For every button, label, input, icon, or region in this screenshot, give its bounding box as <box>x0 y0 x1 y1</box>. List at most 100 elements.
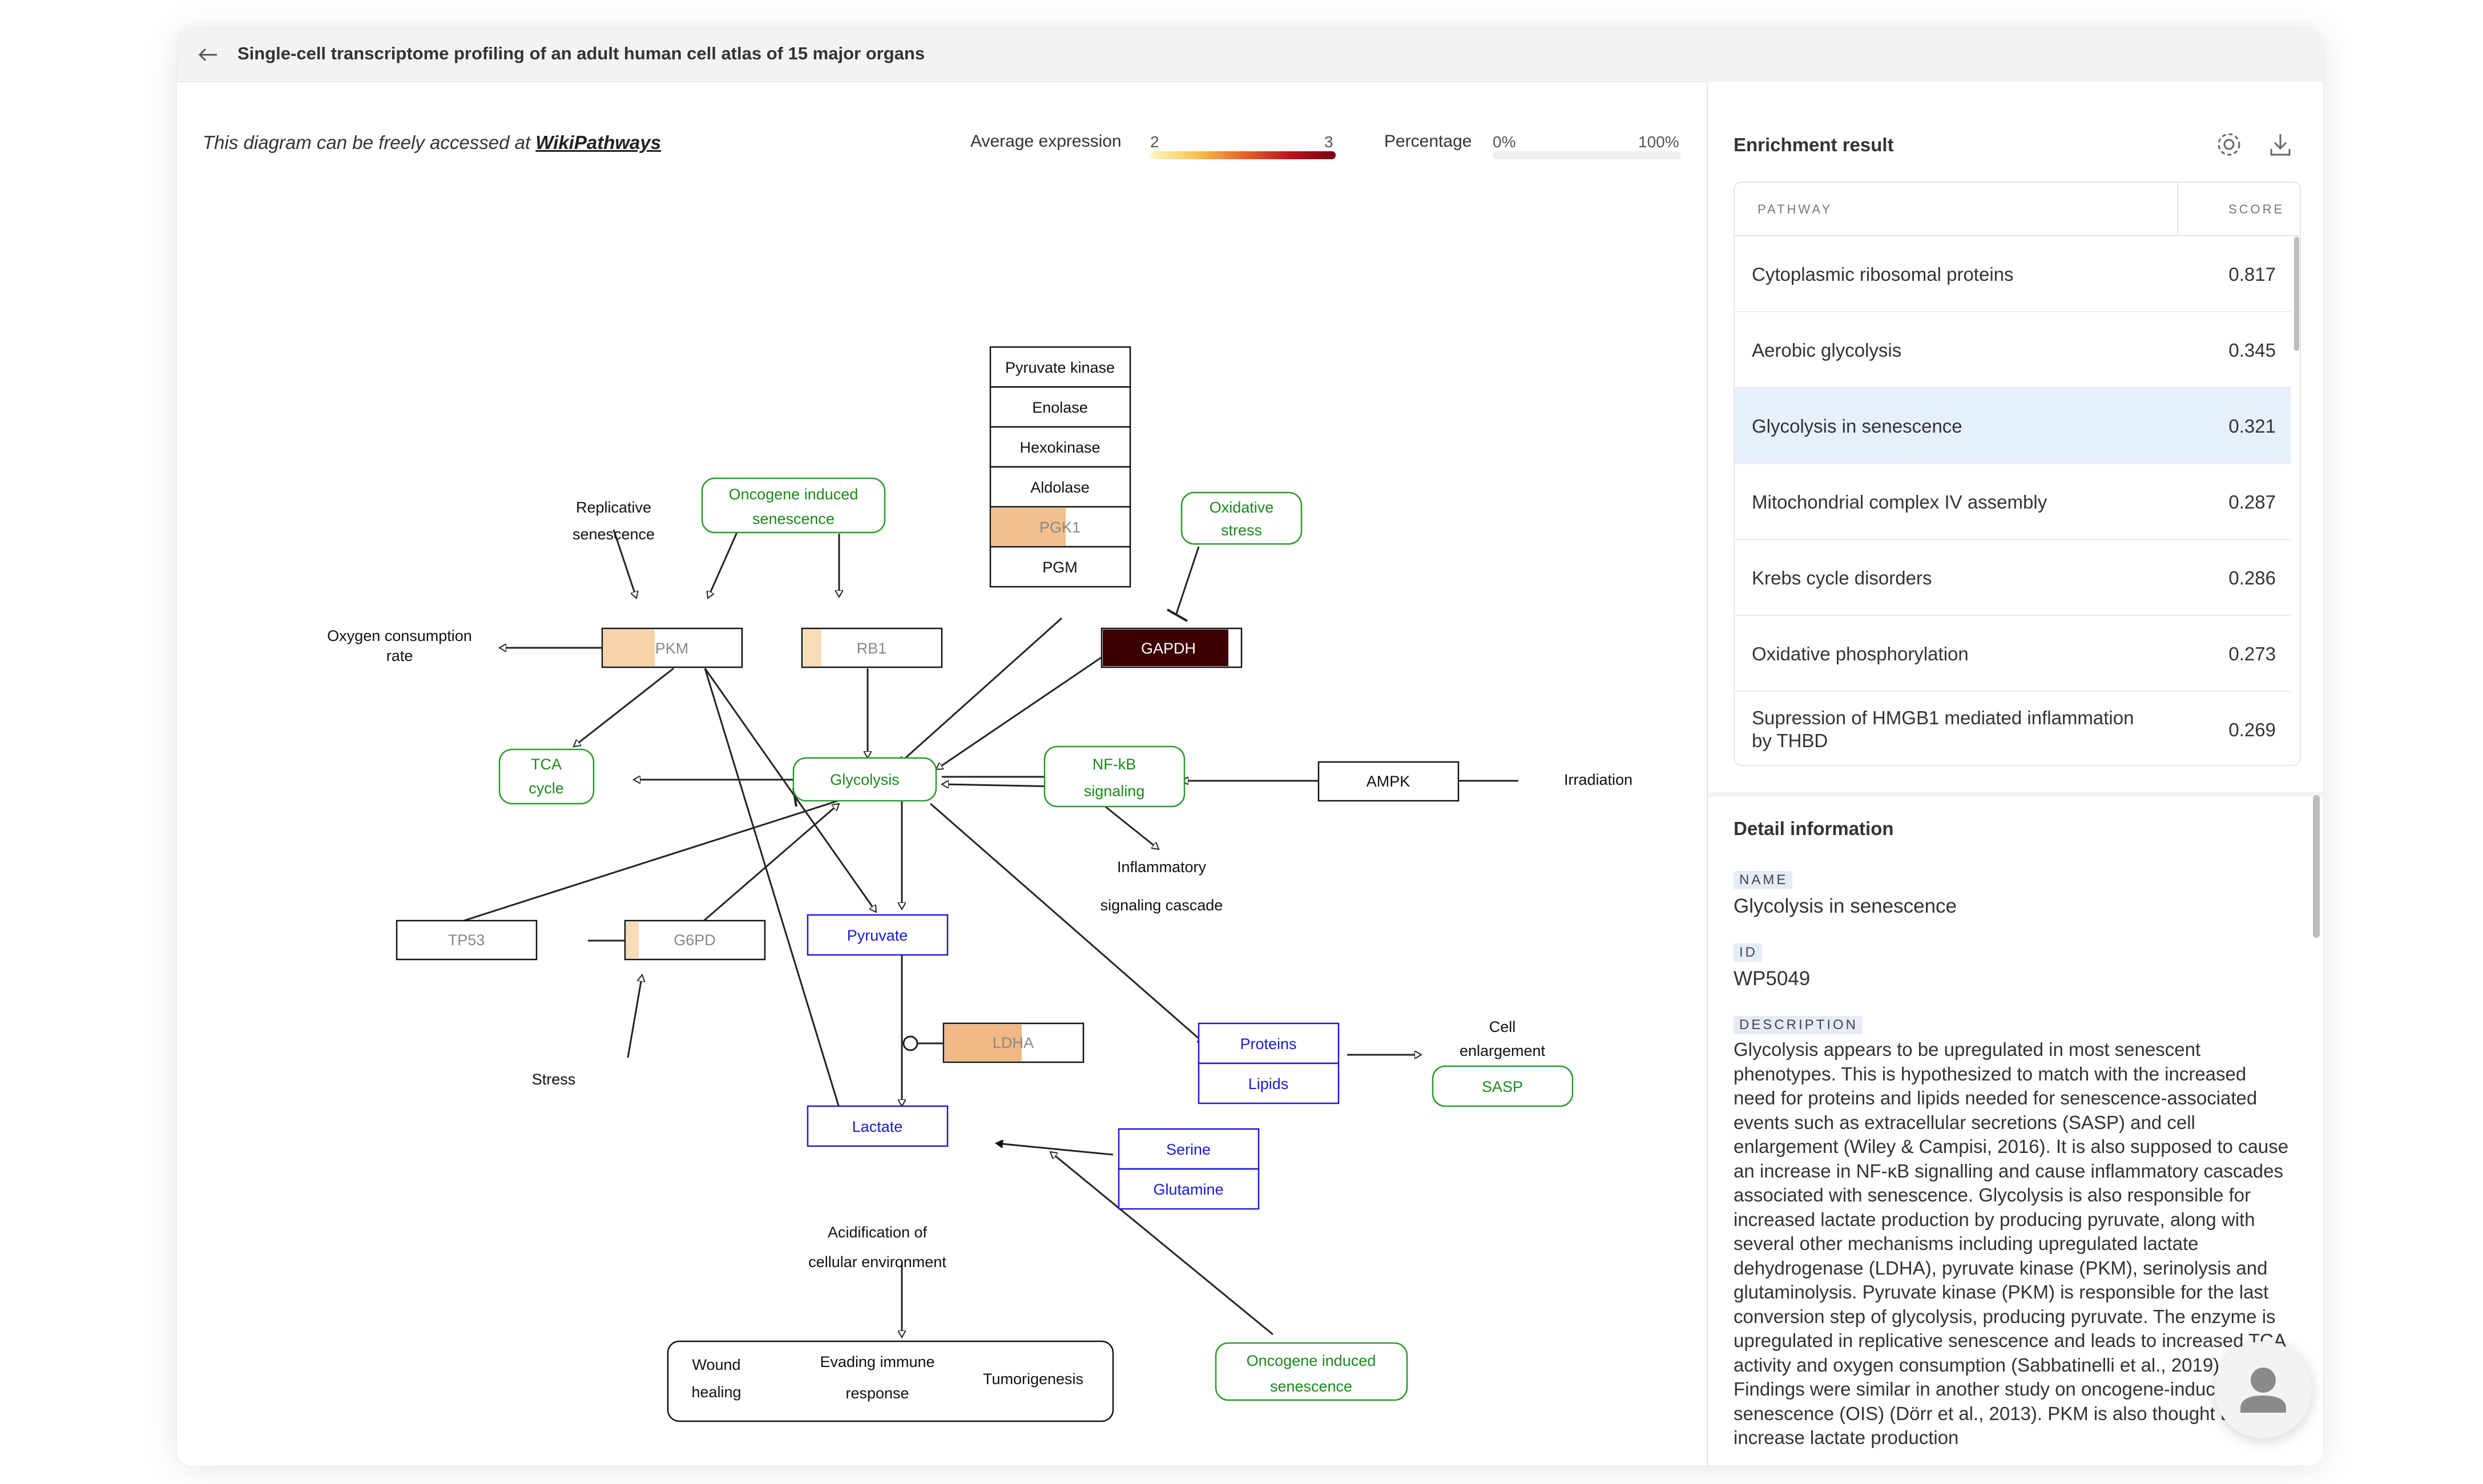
svg-text:Tumorigenesis: Tumorigenesis <box>983 1370 1083 1388</box>
enzyme-aldolase: Aldolase <box>1030 479 1090 496</box>
svg-text:Acidification of: Acidification of <box>828 1224 928 1241</box>
sidebar-scrollbar[interactable] <box>2313 795 2320 938</box>
gene-g6pd[interactable]: G6PD <box>624 920 766 961</box>
table-row[interactable]: Krebs cycle disorders 0.286 <box>1735 540 2291 616</box>
svg-text:AMPK: AMPK <box>1367 773 1410 790</box>
enrichment-table: PATHWAY SCORE Cytoplasmic ribosomal prot… <box>1734 182 2301 766</box>
svg-text:SASP: SASP <box>1482 1078 1523 1095</box>
node-sasp[interactable]: SASP <box>1432 1065 1574 1107</box>
pathway-diagram: Pyruvate kinase Enolase Hexokinase Aldol… <box>327 346 1633 1422</box>
svg-text:senescence: senescence <box>752 510 835 527</box>
column-score: SCORE <box>2228 202 2285 216</box>
table-row[interactable]: Aerobic glycolysis 0.345 <box>1735 312 2291 388</box>
svg-text:cellular environment: cellular environment <box>808 1253 946 1271</box>
svg-text:response: response <box>845 1385 909 1402</box>
svg-text:signaling cascade: signaling cascade <box>1101 897 1223 914</box>
node-oncogene-senescence-top[interactable]: Oncogene induced senescence <box>701 477 886 534</box>
table-row[interactable]: Supression of HMGB1 mediated inflammatio… <box>1735 692 2291 765</box>
outcomes-box: Wound healing Evading immune response Tu… <box>667 1340 1114 1422</box>
app-window: Single-cell transcriptome profiling of a… <box>177 27 2323 1466</box>
detail-id: WP5049 <box>1734 967 1811 990</box>
gene-pkm[interactable]: PKM <box>601 627 743 668</box>
pathway-name: Glycolysis in senescence <box>1752 416 1962 437</box>
node-glycolysis[interactable]: Glycolysis <box>792 757 937 802</box>
gene-ldha[interactable]: LDHA <box>942 1022 1085 1063</box>
svg-text:rate: rate <box>386 647 413 664</box>
pathway-name: Mitochondrial complex IV assembly <box>1752 491 2047 513</box>
svg-text:TCA: TCA <box>531 756 562 773</box>
detail-description: Glycolysis appears to be upregulated in … <box>1734 1039 2289 1448</box>
person-icon <box>2240 1368 2286 1413</box>
gene-gapdh[interactable]: GAPDH <box>1101 627 1243 668</box>
table-header: PATHWAY SCORE <box>1735 183 2300 236</box>
svg-text:senescence: senescence <box>573 526 655 543</box>
back-arrow-icon[interactable] <box>195 42 220 67</box>
gene-tp53[interactable]: TP53 <box>396 920 538 961</box>
node-oncogene-senescence-bottom[interactable]: Oncogene induced senescence <box>1215 1342 1408 1401</box>
diagram-labels: Replicative senescence Oxygen consumptio… <box>327 499 1633 1271</box>
page-title: Single-cell transcriptome profiling of a… <box>237 43 925 63</box>
svg-text:stress: stress <box>1221 522 1262 539</box>
svg-text:Stress: Stress <box>532 1071 576 1088</box>
diagram-panel: This diagram can be freely accessed at W… <box>177 82 1707 1466</box>
table-row-selected[interactable]: Glycolysis in senescence 0.321 <box>1735 388 2291 464</box>
enzyme-enolase: Enolase <box>1032 399 1088 416</box>
enzyme-pyruvate-kinase: Pyruvate kinase <box>1005 359 1115 376</box>
download-icon[interactable] <box>2264 128 2296 160</box>
pathway-score: 0.321 <box>2228 416 2276 437</box>
enzyme-hexokinase: Hexokinase <box>1019 439 1100 456</box>
node-proteins-lipids[interactable]: Proteins Lipids <box>1198 1022 1340 1104</box>
description-tag: DESCRIPTION <box>1734 1016 1863 1034</box>
svg-text:Lactate: Lactate <box>852 1118 903 1135</box>
svg-text:healing: healing <box>691 1384 741 1401</box>
gene-rb1[interactable]: RB1 <box>801 627 943 668</box>
svg-text:Lipids: Lipids <box>1248 1075 1289 1092</box>
pathway-score: 0.817 <box>2228 264 2276 285</box>
detail-title: Detail information <box>1734 818 1894 839</box>
table-scrollbar[interactable] <box>2294 237 2299 351</box>
svg-text:Proteins: Proteins <box>1240 1035 1296 1052</box>
svg-text:Cell: Cell <box>1489 1018 1516 1035</box>
enzyme-pgk1: PGK1 <box>1039 519 1081 536</box>
node-lactate[interactable]: Lactate <box>807 1105 949 1147</box>
svg-text:TP53: TP53 <box>448 931 485 949</box>
enrichment-title: Enrichment result <box>1734 134 1894 155</box>
pathway-score: 0.345 <box>2228 340 2276 361</box>
ldha-catalysis-circle <box>902 1035 918 1051</box>
svg-text:cycle: cycle <box>529 780 564 797</box>
svg-text:Oxidative: Oxidative <box>1210 499 1274 516</box>
svg-text:LDHA: LDHA <box>993 1034 1034 1051</box>
svg-text:GAPDH: GAPDH <box>1141 640 1196 657</box>
pathway-score: 0.273 <box>2228 643 2276 664</box>
column-pathway: PATHWAY <box>1758 202 1833 216</box>
enrichment-sidebar: Enrichment result PATHWAY SCORE Cytoplas… <box>1707 82 2323 1466</box>
pathway-name: Krebs cycle disorders <box>1752 567 1932 588</box>
svg-text:RB1: RB1 <box>857 640 887 657</box>
pathway-name: Oxidative phosphorylation <box>1752 643 1969 664</box>
svg-text:Oxygen consumption: Oxygen consumption <box>327 627 472 644</box>
pathway-name: Supression of HMGB1 mediated inflammatio… <box>1752 707 2134 751</box>
pathway-name: Aerobic glycolysis <box>1752 340 1902 361</box>
node-serine-glutamine[interactable]: Serine Glutamine <box>1118 1128 1260 1210</box>
section-divider <box>1708 792 2323 797</box>
svg-text:Oncogene induced: Oncogene induced <box>729 486 858 503</box>
table-row[interactable]: Mitochondrial complex IV assembly 0.287 <box>1735 464 2291 540</box>
name-tag: NAME <box>1734 871 1793 889</box>
svg-text:Glutamine: Glutamine <box>1153 1181 1223 1198</box>
node-oxidative-stress[interactable]: Oxidative stress <box>1180 491 1303 545</box>
table-row[interactable]: Oxidative phosphorylation 0.273 <box>1735 616 2291 692</box>
user-avatar[interactable] <box>2215 1341 2312 1438</box>
svg-text:Inflammatory: Inflammatory <box>1117 858 1207 876</box>
node-pyruvate[interactable]: Pyruvate <box>807 914 949 956</box>
node-tca-cycle[interactable]: TCA cycle <box>498 748 595 805</box>
svg-text:Serine: Serine <box>1166 1141 1211 1158</box>
gene-ampk[interactable]: AMPK <box>1317 761 1460 802</box>
table-row[interactable]: Cytoplasmic ribosomal proteins 0.817 <box>1735 236 2291 312</box>
svg-text:NF-kB: NF-kB <box>1093 756 1136 773</box>
svg-text:signaling: signaling <box>1084 783 1145 800</box>
pathway-score: 0.269 <box>2228 719 2276 740</box>
enzyme-pgm: PGM <box>1042 559 1078 576</box>
node-nfkb-signaling[interactable]: NF-kB signaling <box>1043 745 1186 808</box>
settings-gear-icon[interactable] <box>2213 128 2245 160</box>
svg-text:PKM: PKM <box>655 640 689 657</box>
